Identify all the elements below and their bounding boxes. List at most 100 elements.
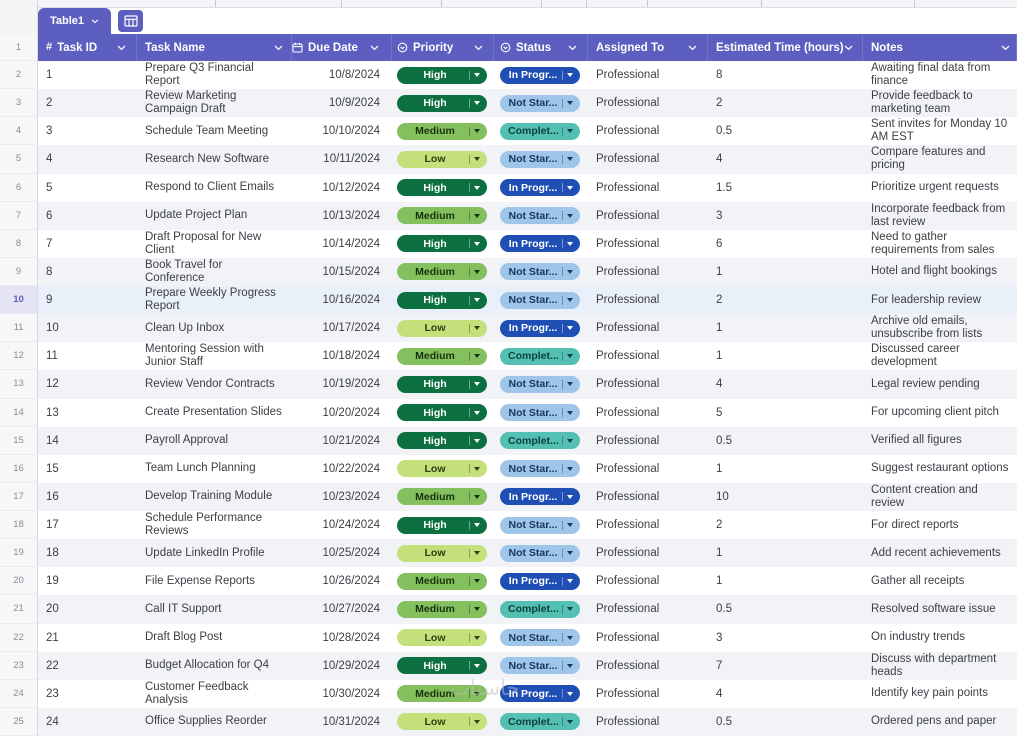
cell-assigned-to[interactable]: Professional xyxy=(588,342,708,370)
cell-notes[interactable]: Hotel and flight bookings xyxy=(863,258,1017,286)
cell-task-name[interactable]: Team Lunch Planning xyxy=(137,455,292,483)
cell-estimated-time[interactable]: 1 xyxy=(708,539,863,567)
cell-due-date[interactable]: 10/14/2024 xyxy=(292,230,392,258)
row-number[interactable]: 23 xyxy=(0,652,37,680)
cell-notes[interactable]: On industry trends xyxy=(863,624,1017,652)
cell-priority[interactable]: High xyxy=(392,286,494,314)
cell-assigned-to[interactable]: Professional xyxy=(588,314,708,342)
cell-notes[interactable]: Discussed career development xyxy=(863,342,1017,370)
cell-notes[interactable]: Identify key pain points xyxy=(863,680,1017,708)
cell-task-id[interactable]: 10 xyxy=(38,314,137,342)
status-dropdown[interactable]: Complet... xyxy=(500,122,580,140)
cell-due-date[interactable]: 10/16/2024 xyxy=(292,286,392,314)
cell-status[interactable]: Not Star... xyxy=(494,145,588,173)
cell-due-date[interactable]: 10/25/2024 xyxy=(292,539,392,567)
cell-status[interactable]: Complet... xyxy=(494,708,588,736)
priority-dropdown[interactable]: Medium xyxy=(397,572,487,590)
cell-due-date[interactable]: 10/29/2024 xyxy=(292,652,392,680)
cell-notes[interactable]: Ordered pens and paper xyxy=(863,708,1017,736)
status-dropdown[interactable]: Not Star... xyxy=(500,291,580,309)
cell-priority[interactable]: Medium xyxy=(392,258,494,286)
priority-dropdown[interactable]: High xyxy=(397,291,487,309)
cell-due-date[interactable]: 10/17/2024 xyxy=(292,314,392,342)
cell-task-id[interactable]: 4 xyxy=(38,145,137,173)
cell-due-date[interactable]: 10/12/2024 xyxy=(292,174,392,202)
status-dropdown[interactable]: Complet... xyxy=(500,600,580,618)
cell-status[interactable]: In Progr... xyxy=(494,483,588,511)
cell-task-name[interactable]: Schedule Team Meeting xyxy=(137,117,292,145)
row-number[interactable]: 4 xyxy=(0,117,37,146)
cell-assigned-to[interactable]: Professional xyxy=(588,455,708,483)
cell-priority[interactable]: High xyxy=(392,511,494,539)
row-number[interactable]: 12 xyxy=(0,342,37,371)
cell-task-id[interactable]: 23 xyxy=(38,680,137,708)
cell-estimated-time[interactable]: 1.5 xyxy=(708,174,863,202)
cell-task-id[interactable]: 6 xyxy=(38,202,137,230)
priority-dropdown[interactable]: Medium xyxy=(397,488,487,506)
cell-assigned-to[interactable]: Professional xyxy=(588,89,708,117)
priority-dropdown[interactable]: Medium xyxy=(397,685,487,703)
cell-notes[interactable]: Need to gather requirements from sales xyxy=(863,230,1017,258)
cell-estimated-time[interactable]: 5 xyxy=(708,399,863,427)
cell-status[interactable]: Not Star... xyxy=(494,399,588,427)
status-dropdown[interactable]: Not Star... xyxy=(500,460,580,478)
cell-assigned-to[interactable]: Professional xyxy=(588,680,708,708)
cell-due-date[interactable]: 10/26/2024 xyxy=(292,567,392,595)
cell-task-name[interactable]: Develop Training Module xyxy=(137,483,292,511)
row-number[interactable]: 19 xyxy=(0,539,37,568)
cell-task-name[interactable]: Update LinkedIn Profile xyxy=(137,539,292,567)
cell-assigned-to[interactable]: Professional xyxy=(588,427,708,455)
priority-dropdown[interactable]: Low xyxy=(397,713,487,731)
cell-estimated-time[interactable]: 3 xyxy=(708,202,863,230)
cell-priority[interactable]: High xyxy=(392,652,494,680)
column-header-assigned-to[interactable]: Assigned To xyxy=(588,34,708,61)
cell-status[interactable]: Complet... xyxy=(494,595,588,623)
cell-assigned-to[interactable]: Professional xyxy=(588,286,708,314)
status-dropdown[interactable]: In Progr... xyxy=(500,685,580,703)
cell-status[interactable]: Not Star... xyxy=(494,89,588,117)
cell-notes[interactable]: Discuss with department heads xyxy=(863,652,1017,680)
cell-task-name[interactable]: Clean Up Inbox xyxy=(137,314,292,342)
row-number[interactable]: 17 xyxy=(0,483,37,511)
cell-notes[interactable]: Awaiting final data from finance xyxy=(863,61,1017,89)
cell-task-name[interactable]: Prepare Weekly Progress Report xyxy=(137,286,292,314)
cell-priority[interactable]: Medium xyxy=(392,483,494,511)
cell-priority[interactable]: High xyxy=(392,427,494,455)
cell-task-id[interactable]: 13 xyxy=(38,399,137,427)
priority-dropdown[interactable]: High xyxy=(397,179,487,197)
cell-status[interactable]: Complet... xyxy=(494,117,588,145)
status-dropdown[interactable]: Not Star... xyxy=(500,94,580,112)
column-header-status[interactable]: Status xyxy=(494,34,588,61)
cell-assigned-to[interactable]: Professional xyxy=(588,399,708,427)
row-number[interactable]: 11 xyxy=(0,314,37,343)
cell-task-id[interactable]: 9 xyxy=(38,286,137,314)
cell-priority[interactable]: Medium xyxy=(392,595,494,623)
cell-due-date[interactable]: 10/21/2024 xyxy=(292,427,392,455)
cell-task-id[interactable]: 22 xyxy=(38,652,137,680)
cell-status[interactable]: Not Star... xyxy=(494,652,588,680)
cell-notes[interactable]: Resolved software issue xyxy=(863,595,1017,623)
cell-assigned-to[interactable]: Professional xyxy=(588,145,708,173)
priority-dropdown[interactable]: Low xyxy=(397,544,487,562)
priority-dropdown[interactable]: High xyxy=(397,432,487,450)
cell-estimated-time[interactable]: 2 xyxy=(708,511,863,539)
cell-assigned-to[interactable]: Professional xyxy=(588,230,708,258)
priority-dropdown[interactable]: Low xyxy=(397,150,487,168)
row-number[interactable]: 15 xyxy=(0,427,37,455)
cell-estimated-time[interactable]: 0.5 xyxy=(708,427,863,455)
cell-due-date[interactable]: 10/10/2024 xyxy=(292,117,392,145)
cell-assigned-to[interactable]: Professional xyxy=(588,624,708,652)
status-dropdown[interactable]: Not Star... xyxy=(500,544,580,562)
cell-assigned-to[interactable]: Professional xyxy=(588,117,708,145)
cell-task-id[interactable]: 16 xyxy=(38,483,137,511)
row-number[interactable]: 1 xyxy=(0,34,37,61)
row-number[interactable]: 2 xyxy=(0,61,37,90)
status-dropdown[interactable]: Not Star... xyxy=(500,263,580,281)
cell-assigned-to[interactable]: Professional xyxy=(588,539,708,567)
cell-priority[interactable]: Low xyxy=(392,708,494,736)
status-dropdown[interactable]: Complet... xyxy=(500,347,580,365)
cell-task-id[interactable]: 11 xyxy=(38,342,137,370)
cell-notes[interactable]: Compare features and pricing xyxy=(863,145,1017,173)
cell-priority[interactable]: Low xyxy=(392,539,494,567)
cell-task-id[interactable]: 2 xyxy=(38,89,137,117)
